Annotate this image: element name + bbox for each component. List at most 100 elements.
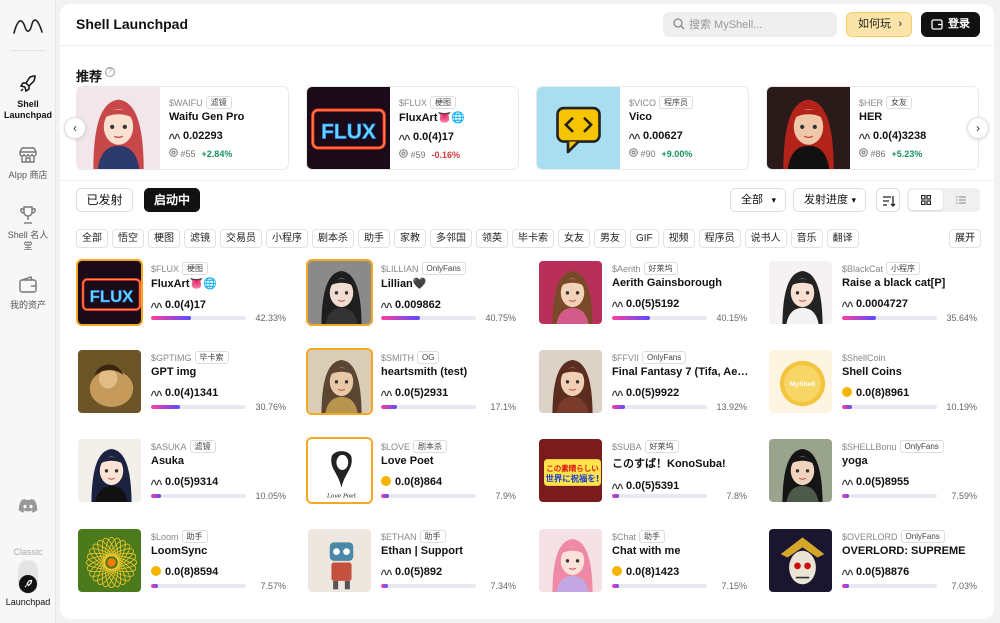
list-view-button[interactable] [944, 190, 978, 210]
progress-fill [842, 405, 852, 409]
category-chip[interactable]: 领英 [476, 229, 508, 248]
login-button[interactable]: 登录 [921, 12, 980, 37]
category-chip[interactable]: 助手 [358, 229, 390, 248]
rail-item-hall-of-fame[interactable]: Shell 名人堂 [0, 204, 56, 252]
tab-launching[interactable]: 启动中 [144, 188, 200, 212]
category-chip[interactable]: 剧本杀 [312, 229, 354, 248]
sort-icon [883, 196, 896, 207]
all-filter-dropdown[interactable]: 全部 ▾ [730, 188, 786, 212]
token-card[interactable]: $GPTIMG 毕卡索 GPT img 0.0(4)1341 30.76% [76, 348, 291, 416]
search-input[interactable] [689, 16, 829, 33]
token-card[interactable]: $LILLIAN OnlyFans Lillian🖤 0.009862 40.75… [306, 259, 521, 327]
price-change: -0.16% [431, 150, 461, 160]
token-card[interactable]: Love Poet $LOVE 剧本杀 Love Poet 0.0(8)864 7… [306, 437, 521, 505]
trophy-icon [20, 206, 36, 224]
token-name: Final Fantasy 7 (Tifa, Aerith, Yuffie) [612, 366, 752, 378]
token-ticker: $Chat [612, 532, 637, 542]
token-ticker: $FLUX [151, 264, 180, 274]
section-divider [60, 180, 994, 181]
grid-view-button[interactable] [909, 190, 943, 210]
token-card[interactable]: $Loom 助手 LoomSync 0.0(8)8594 7.57% [76, 527, 291, 595]
token-thumbnail [76, 348, 143, 415]
launch-progress: 17.1% [381, 402, 516, 412]
category-tag: OnlyFans [642, 351, 687, 364]
progress-track [151, 584, 246, 588]
rail-label-launchpad: Shell Launchpad [3, 99, 52, 120]
search-box[interactable] [663, 12, 837, 37]
launch-progress: 40.75% [381, 313, 516, 323]
token-card[interactable]: この素晴らしい 世界に祝福を! $SUBA 好莱坞 このすば！KonoSuba! … [537, 437, 752, 505]
category-tag: 好莱坞 [644, 440, 679, 453]
token-card[interactable]: $OVERLORD OnlyFans OVERLORD: SUPREME 0.0(… [767, 527, 982, 595]
category-chip[interactable]: 女友 [558, 229, 590, 248]
myshell-logo-icon[interactable] [12, 14, 44, 36]
mode-toggle[interactable] [18, 560, 38, 594]
progress-fill [612, 584, 619, 588]
token-card[interactable]: $SHELLBonu OnlyFans yoga 0.0(5)8955 7.59% [767, 437, 982, 505]
category-chip[interactable]: 交易员 [220, 229, 262, 248]
token-name: Vico [629, 111, 653, 123]
shell-token-icon [168, 133, 181, 140]
category-tag: OnlyFans [899, 440, 944, 453]
token-ticker: $VICO [629, 98, 657, 108]
category-chip[interactable]: GIF [630, 229, 659, 248]
category-chip[interactable]: 音乐 [790, 229, 823, 248]
progress-track [842, 494, 937, 498]
token-rank: #90 [640, 149, 656, 159]
tab-launched[interactable]: 已发射 [76, 188, 133, 212]
coin-icon [381, 476, 391, 486]
token-card[interactable]: $ASUKA 滤镜 Asuka 0.0(5)9314 10.05% [76, 437, 291, 505]
token-card[interactable]: $SMITH OG heartsmith (test) 0.0(5)2931 17… [306, 348, 521, 416]
category-chip[interactable]: 程序员 [698, 229, 741, 248]
token-card[interactable]: $FFVII OnlyFans Final Fantasy 7 (Tifa, Ae… [537, 348, 752, 416]
featured-card[interactable]: $VICO 程序员 Vico 0.00627 #90 +9.00% [536, 86, 749, 170]
list-icon [956, 196, 966, 204]
category-chip[interactable]: 小程序 [266, 229, 308, 248]
rail-item-assets[interactable]: 我的资产 [0, 274, 56, 311]
progress-percent: 17.1% [490, 402, 516, 412]
category-chip[interactable]: 男友 [594, 229, 626, 248]
progress-filter-dropdown[interactable]: 发射进度 ▾ [793, 188, 866, 212]
category-chip[interactable]: 滤镜 [184, 229, 216, 248]
category-chip[interactable]: 悟空 [112, 229, 144, 248]
expand-categories-button[interactable]: 展开 [949, 229, 981, 248]
token-card[interactable]: $Chat 助手 Chat with me 0.0(8)1423 7.15% [537, 527, 752, 595]
progress-track [842, 316, 937, 320]
carousel-prev-button[interactable]: ‹ [64, 117, 86, 139]
launch-progress: 7.57% [151, 581, 286, 591]
how-to-play-label: 如何玩 [858, 18, 891, 30]
help-icon[interactable]: ? [105, 67, 115, 77]
featured-card[interactable]: $WAIFU 滤镜 Waifu Gen Pro 0.02293 #55 +2.84% [76, 86, 289, 170]
token-card[interactable]: FLUX $FLUX 梗图 FluxArt👅🌐 0.0(4)17 42.33% [76, 259, 291, 327]
sort-button[interactable] [876, 188, 900, 212]
category-chip[interactable]: 多邻国 [430, 229, 472, 248]
token-thumbnail [767, 527, 834, 594]
token-card[interactable]: $Aerith 好莱坞 Aerith Gainsborough 0.0(5)519… [537, 259, 752, 327]
featured-card[interactable]: $HER 女友 HER 0.0(4)3238 #86 +5.23% [766, 86, 979, 170]
how-to-play-button[interactable]: 如何玩 › [846, 12, 912, 37]
featured-card[interactable]: FLUX $FLUX 梗图 FluxArt👅🌐 0.0(4)17 #59 -0.16… [306, 86, 519, 170]
holders-icon [629, 148, 638, 157]
price-change: +2.84% [201, 149, 233, 159]
category-chip[interactable]: 毕卡索 [512, 229, 554, 248]
token-price: 0.0(8)864 [395, 476, 443, 488]
price-change: +9.00% [661, 149, 693, 159]
category-chip[interactable]: 翻译 [826, 229, 859, 248]
carousel-next-button[interactable]: › [967, 117, 989, 139]
rail-item-launchpad[interactable]: Shell Launchpad [0, 73, 56, 121]
rail-label-assets: 我的资产 [9, 300, 46, 310]
token-price: 0.0(4)3238 [873, 130, 927, 142]
token-card[interactable]: MyShell $ShellCoin Shell Coins 0.0(8)896… [767, 348, 982, 416]
discord-icon[interactable] [18, 498, 38, 514]
category-chip[interactable]: 全部 [76, 229, 108, 248]
rail-item-store[interactable]: AIpp 商店 [0, 144, 56, 181]
category-chip[interactable]: 家教 [394, 229, 426, 248]
category-chip[interactable]: 说书人 [744, 229, 787, 248]
category-chip[interactable]: 视频 [662, 229, 695, 248]
category-tag: 助手 [639, 530, 666, 543]
launch-progress: 7.15% [612, 581, 747, 591]
token-card[interactable]: $BlackCat 小程序 Raise a black cat[P] 0.0004… [767, 259, 982, 327]
token-name: Raise a black cat[P] [842, 277, 946, 289]
category-chip[interactable]: 梗图 [148, 229, 180, 248]
token-card[interactable]: $ETHAN 助手 Ethan | Support 0.0(5)892 7.34% [306, 527, 521, 595]
